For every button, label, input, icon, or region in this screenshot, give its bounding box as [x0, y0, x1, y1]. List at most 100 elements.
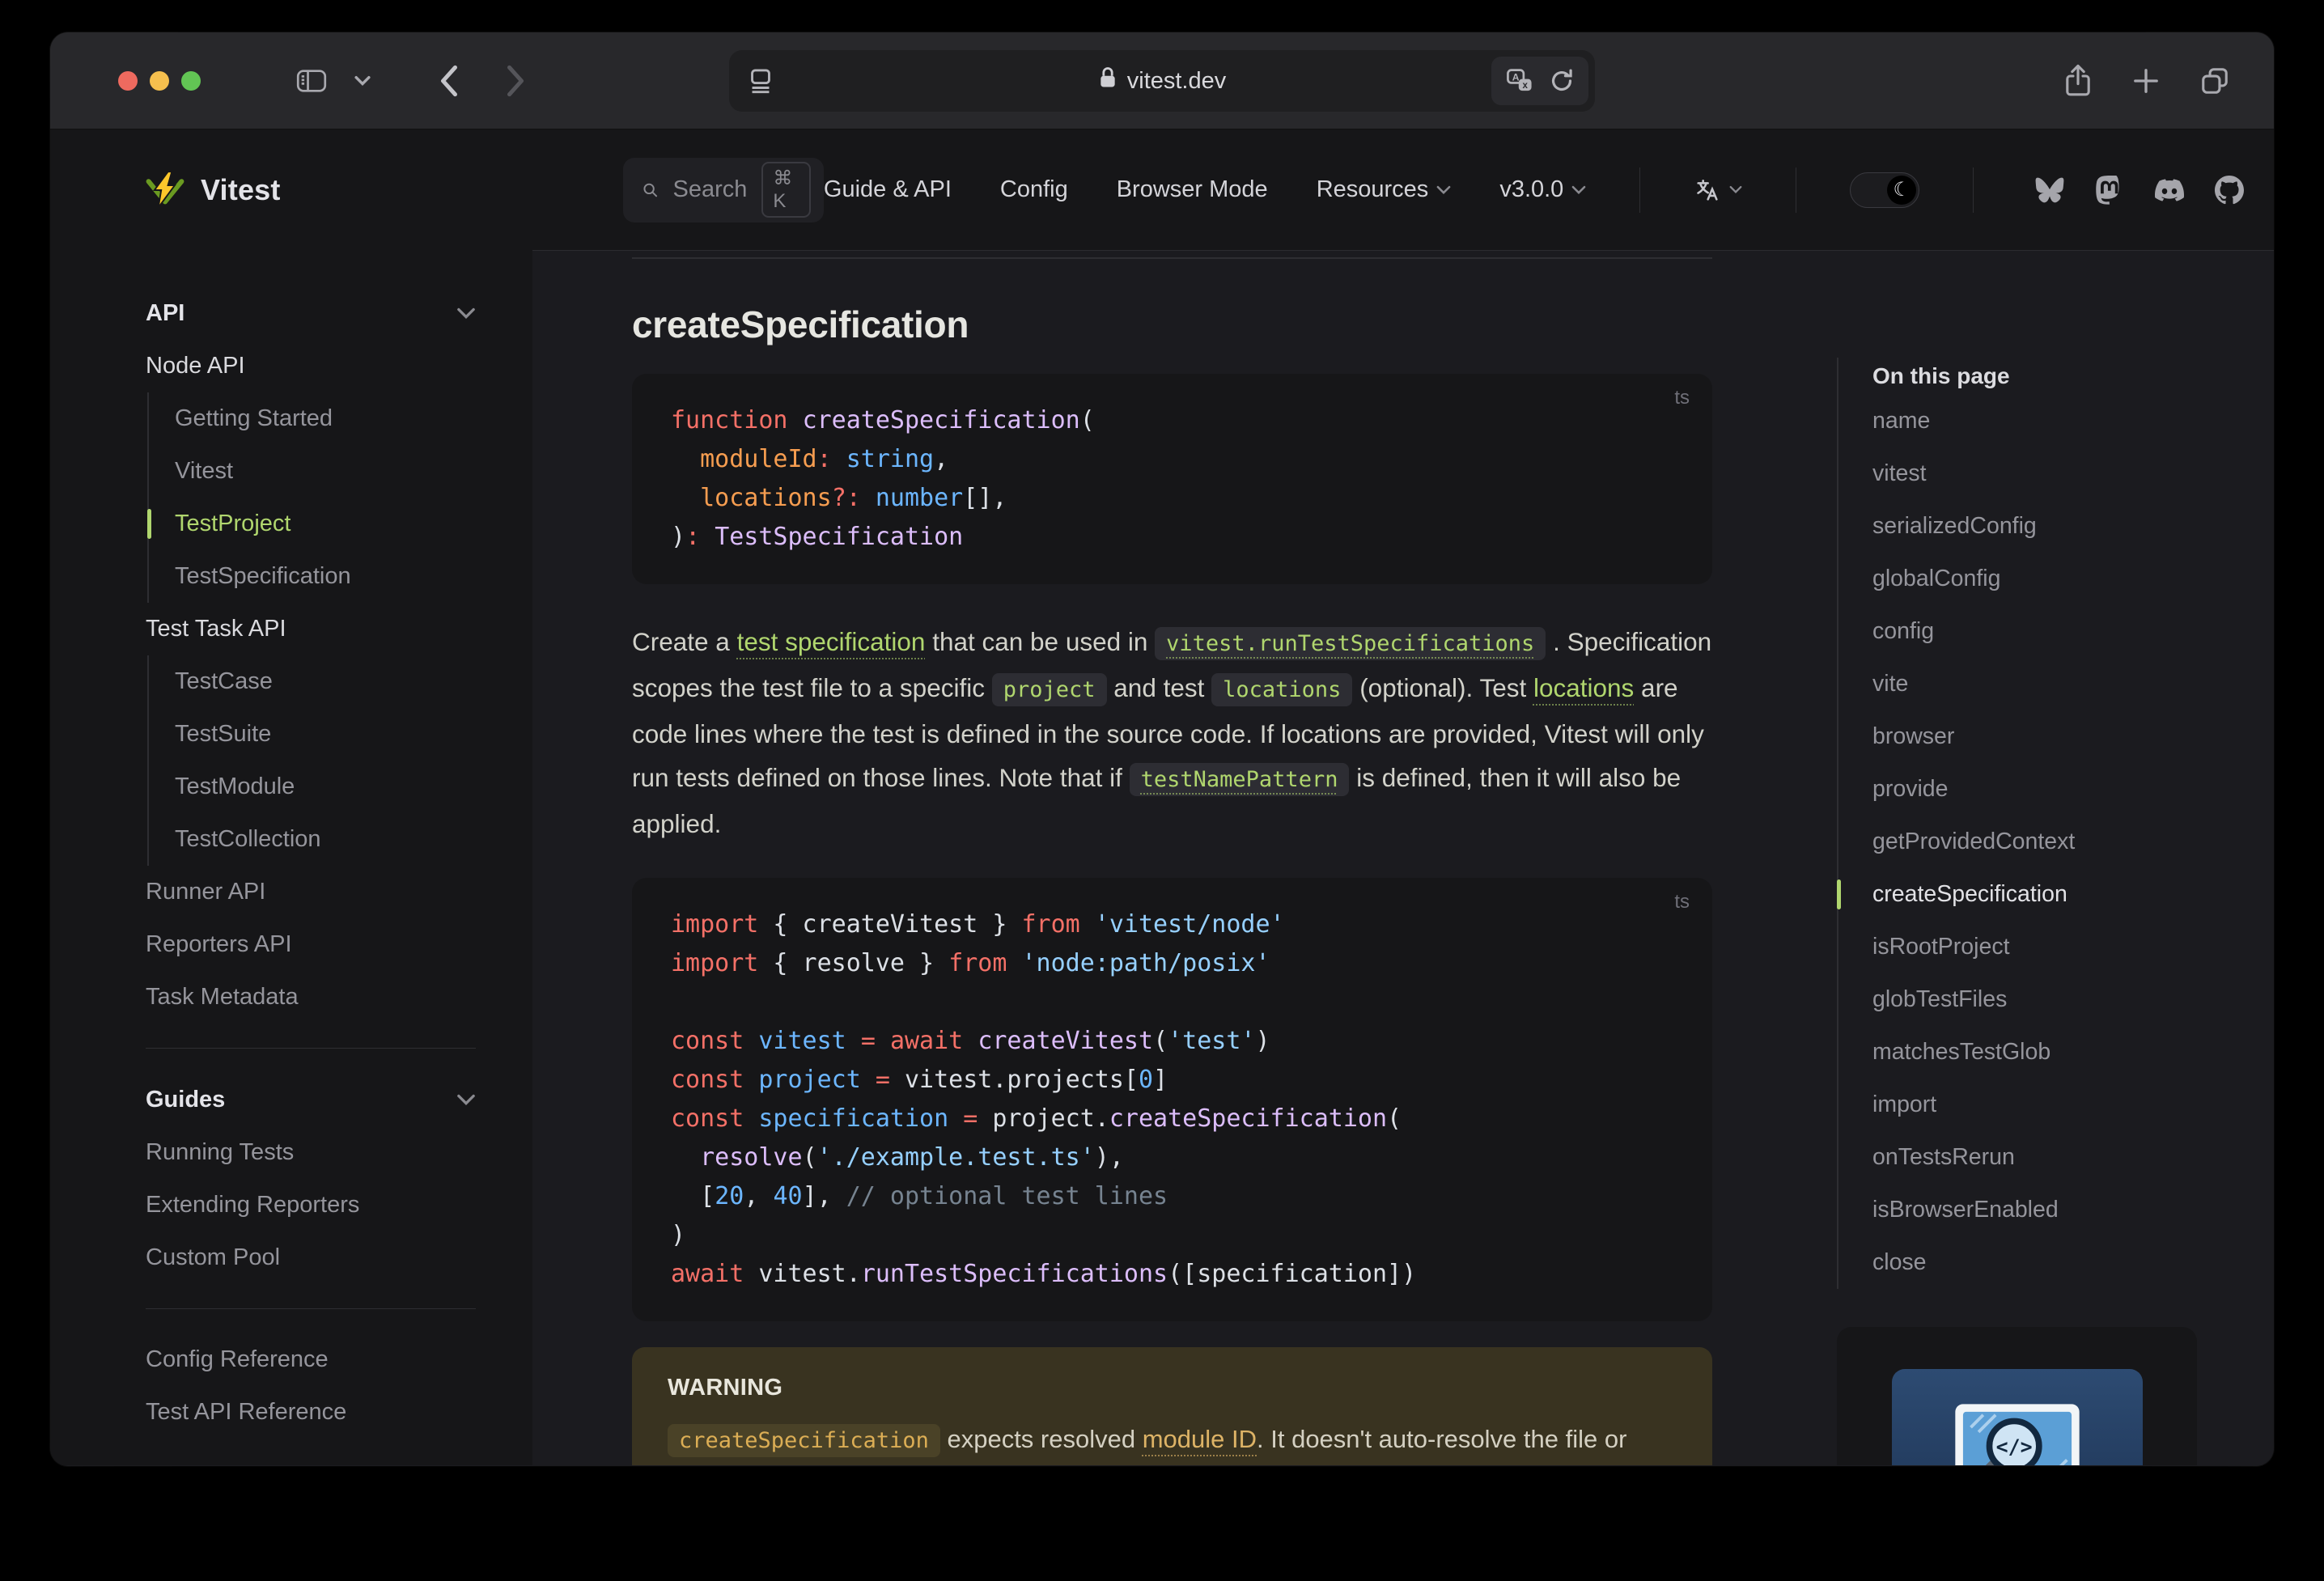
sidebar-section-api[interactable]: API [146, 286, 476, 340]
github-icon[interactable] [2215, 175, 2245, 205]
doc-link[interactable]: test specification [737, 627, 926, 656]
toc-item-name[interactable]: name [1872, 395, 2186, 447]
back-button[interactable] [439, 65, 460, 97]
inline-code-link[interactable]: locations [1211, 673, 1353, 706]
sidebar-item-extending-reporters[interactable]: Extending Reporters [146, 1179, 476, 1231]
reload-icon[interactable] [1550, 68, 1574, 94]
toc-item-globalconfig[interactable]: globalConfig [1872, 553, 2186, 605]
doc-link[interactable]: locations [1533, 673, 1634, 702]
toc-item-createspecification[interactable]: createSpecification [1837, 868, 2186, 921]
sidebar-item-test-api-reference[interactable]: Test API Reference [146, 1386, 476, 1439]
share-icon[interactable] [2063, 63, 2093, 99]
sidebar-item-testspecification[interactable]: TestSpecification [175, 550, 476, 603]
minimize-window-button[interactable] [150, 70, 169, 91]
text: (optional). Test [1352, 673, 1533, 702]
zoom-window-button[interactable] [181, 70, 201, 91]
warning-title: WARNING [668, 1375, 783, 1401]
sponsor-card[interactable]: </> [1837, 1327, 2197, 1465]
sidebar-divider [146, 1308, 476, 1309]
sidebar-item-getting-started[interactable]: Getting Started [175, 392, 476, 445]
code-line: [20, 40], // optional test lines [671, 1182, 1168, 1210]
inline-code-link[interactable]: testNamePattern [1129, 763, 1350, 796]
toc-item-isbrowserenabled[interactable]: isBrowserEnabled [1872, 1184, 2186, 1236]
theme-toggle[interactable]: ☾ [1850, 172, 1920, 208]
sidebar-item-running-tests[interactable]: Running Tests [146, 1126, 476, 1179]
chevron-down-icon [457, 307, 475, 319]
sidebar-item-vitest[interactable]: Vitest [175, 445, 476, 498]
nav-link-version[interactable]: v3.0.0 [1499, 176, 1586, 203]
chevron-down-icon [1436, 185, 1451, 194]
code-search-illustration: </> [1891, 1369, 2143, 1465]
nav-link-resources[interactable]: Resources [1317, 176, 1452, 203]
sidebar-item-task-metadata[interactable]: Task Metadata [146, 971, 476, 1024]
sidebar-item-testproject[interactable]: TestProject [147, 498, 476, 550]
search-button[interactable]: Search ⌘ K [623, 157, 824, 223]
text: and test [1106, 673, 1212, 702]
mastodon-icon[interactable] [2095, 175, 2124, 205]
toc-item-serializedconfig[interactable]: serializedConfig [1872, 500, 2186, 553]
code-line: import { resolve } from 'node:path/posix… [671, 949, 1270, 977]
code-line: moduleId: string, [700, 445, 949, 473]
code-lang-label: ts [1674, 891, 1690, 913]
code-line: locations?: number[], [700, 484, 1007, 512]
translate-icon[interactable]: Ax [1506, 68, 1533, 94]
close-window-button[interactable] [118, 70, 138, 91]
inline-code-link[interactable]: vitest.runTestSpecifications [1155, 627, 1546, 660]
vitest-logo-icon [146, 171, 184, 209]
bluesky-icon[interactable] [2035, 176, 2064, 205]
toc-item-globtestfiles[interactable]: globTestFiles [1872, 973, 2186, 1026]
toc-item-vite[interactable]: vite [1872, 658, 2186, 710]
text: that can be used in [925, 627, 1156, 656]
url-field[interactable]: vitest.dev Ax [729, 50, 1595, 112]
sidebar-section-guides[interactable]: Guides [146, 1073, 476, 1126]
nav-link-browser-mode[interactable]: Browser Mode [1117, 176, 1268, 203]
toc-item-ontestsrerun[interactable]: onTestsRerun [1872, 1131, 2186, 1184]
sidebar-item-reporters-api[interactable]: Reporters API [146, 918, 476, 971]
nav-link-guide-api[interactable]: Guide & API [824, 176, 952, 203]
sidebar-item-custom-pool[interactable]: Custom Pool [146, 1231, 476, 1284]
search-label: Search [672, 176, 748, 202]
sidebar-toggle-icon[interactable] [296, 67, 327, 95]
sidebar-item-test-task-api[interactable]: Test Task API [146, 603, 476, 655]
translations-button[interactable] [1694, 177, 1742, 203]
sidebar-item-config-reference[interactable]: Config Reference [146, 1333, 476, 1386]
chevron-down-icon [457, 1094, 475, 1105]
code-line: function createSpecification( [671, 406, 1095, 434]
browser-window: vitest.dev Ax Vitest API Node API Gettin… [50, 32, 2274, 1466]
page-format-icon[interactable] [747, 67, 774, 95]
sidebar-item-testsuite[interactable]: TestSuite [175, 708, 476, 761]
toc-item-import[interactable]: import [1872, 1079, 2186, 1131]
toc-item-vitest[interactable]: vitest [1872, 447, 2186, 500]
vitest-logo[interactable]: Vitest [50, 129, 532, 251]
toc-item-getprovidedcontext[interactable]: getProvidedContext [1872, 816, 2186, 868]
sidebar-item-node-api[interactable]: Node API [146, 340, 476, 392]
toc-item-provide[interactable]: provide [1872, 763, 2186, 816]
inline-code-link[interactable]: project [991, 673, 1107, 706]
new-tab-icon[interactable] [2131, 66, 2161, 95]
sidebar-item-testcase[interactable]: TestCase [175, 655, 476, 708]
browser-toolbar: vitest.dev Ax [50, 32, 2274, 129]
warning-box: WARNING createSpecification expects reso… [632, 1347, 1712, 1465]
sidebar-item-testmodule[interactable]: TestModule [175, 761, 476, 813]
toc-item-matchestestglob[interactable]: matchesTestGlob [1872, 1026, 2186, 1079]
divider [1639, 167, 1641, 213]
chevron-down-icon[interactable] [354, 75, 371, 87]
lock-icon [1098, 66, 1117, 96]
toc-item-browser[interactable]: browser [1872, 710, 2186, 763]
window-controls [118, 70, 201, 91]
top-navbar: Search ⌘ K Guide & API Config Browser Mo… [532, 129, 2274, 251]
tab-overview-icon[interactable] [2199, 66, 2230, 96]
toc-item-config[interactable]: config [1872, 605, 2186, 658]
nav-link-config[interactable]: Config [1000, 176, 1068, 203]
sidebar-divider [146, 1048, 476, 1049]
sidebar-item-runner-api[interactable]: Runner API [146, 866, 476, 918]
toc-item-close[interactable]: close [1872, 1236, 2186, 1289]
sidebar-item-testcollection[interactable]: TestCollection [175, 813, 476, 866]
divider [1973, 167, 1974, 213]
doc-link[interactable]: module ID [1143, 1425, 1257, 1453]
code-line: const specification = project.createSpec… [671, 1104, 1402, 1133]
discord-icon[interactable] [2155, 176, 2185, 205]
code-block-example: ts import { createVitest } from 'vitest/… [632, 878, 1712, 1321]
toc-item-isrootproject[interactable]: isRootProject [1872, 921, 2186, 973]
forward-button[interactable] [505, 65, 526, 97]
